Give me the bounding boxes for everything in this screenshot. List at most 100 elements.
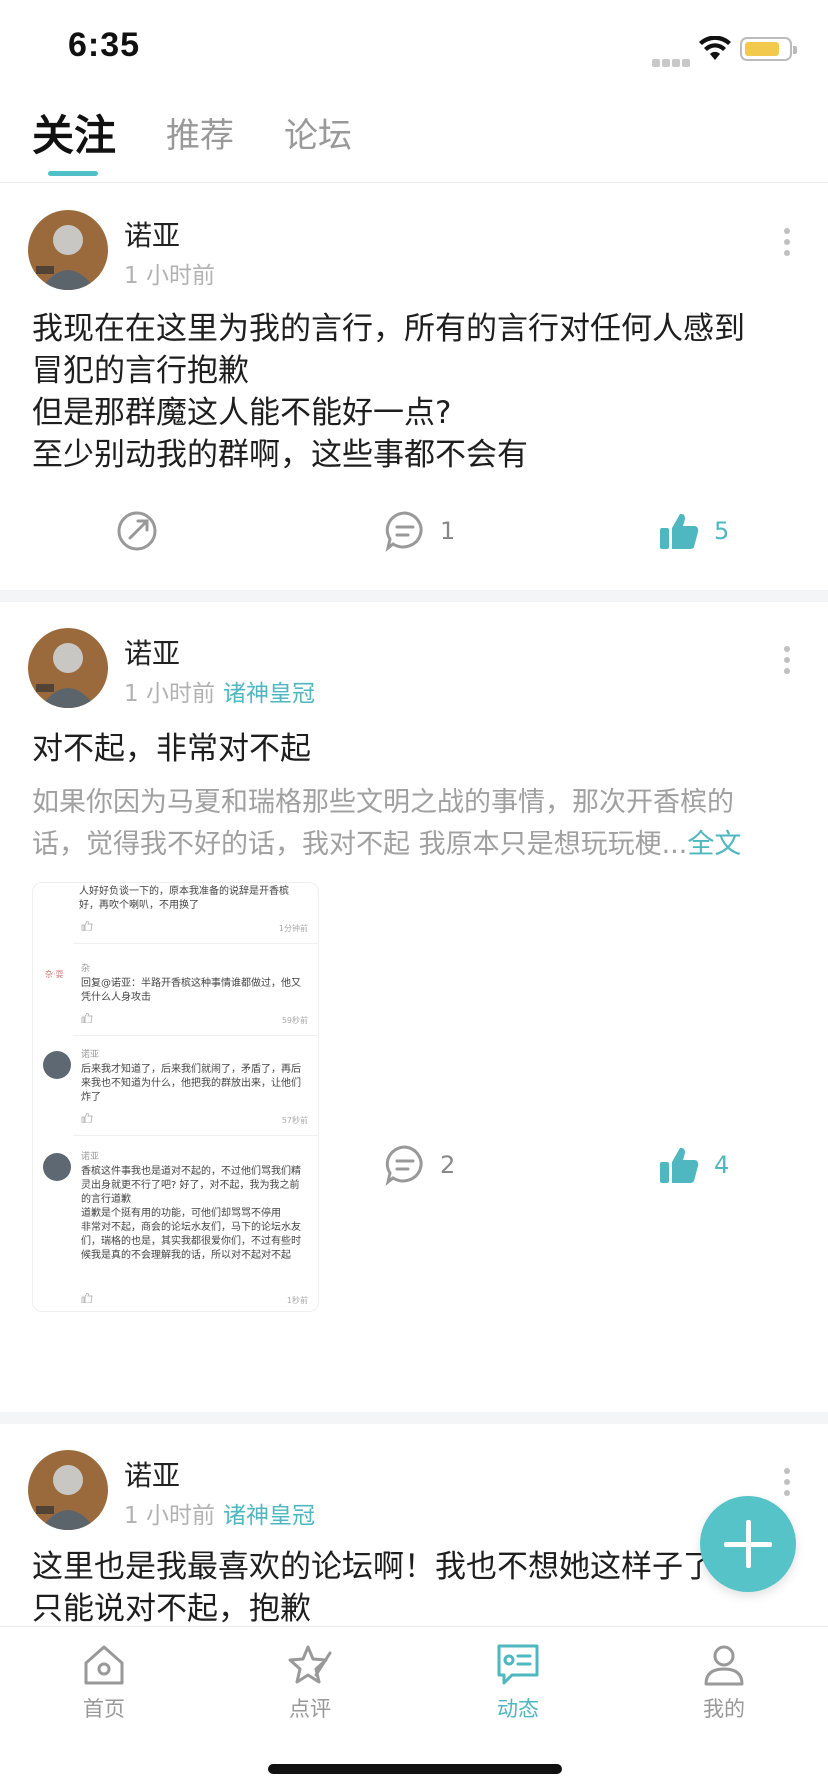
post-card[interactable]: 诺亚 1 小时前 我现在在这里为我的言行，所有的言行对任何人感到 冒犯的言行抱歉… <box>0 184 828 590</box>
image-avatar <box>43 1153 71 1181</box>
image-text-line: 候我是真的不会理解我的话，所以对不起对不起 <box>81 1250 291 1261</box>
image-text-line: 们，瑞格的也是，其实我都很爱你们，不过有些时 <box>81 1236 301 1247</box>
message-card-icon <box>497 1644 539 1685</box>
image-avatar <box>43 1051 71 1079</box>
image-time: 59秒前 <box>281 1016 308 1025</box>
home-icon <box>84 1645 124 1685</box>
tabs-divider <box>0 182 828 183</box>
author-name[interactable]: 诺亚 <box>124 632 180 672</box>
post-body: 我现在在这里为我的言行，所有的言行对任何人感到 冒犯的言行抱歉 但是那群魔这人能… <box>32 308 802 476</box>
image-text-line: 炸了 <box>81 1092 101 1103</box>
image-text-line: 道歉是个挺有用的功能，可他们却骂骂不停用 <box>81 1208 281 1219</box>
comment-button[interactable]: 2 <box>384 1144 455 1186</box>
image-time: 1分钟前 <box>278 924 308 933</box>
post-line: 只能说对不起，抱歉 <box>32 1591 311 1627</box>
nav-item-feed[interactable]: 动态 <box>458 1641 578 1723</box>
image-text-line: 灵出身就更不行了吧? 好了，对不起，我为我之前 <box>81 1180 300 1191</box>
nav-label: 我的 <box>703 1697 745 1721</box>
post-line: 但是那群魔这人能不能好一点? <box>32 395 452 431</box>
avatar[interactable] <box>28 210 108 290</box>
star-pen-icon <box>288 1645 332 1684</box>
post-line: 至少别动我的群啊，这些事都不会有 <box>32 437 528 473</box>
full-text-link[interactable]: 全文 <box>687 829 741 860</box>
person-icon <box>704 1645 744 1686</box>
tab-forum[interactable]: 论坛 <box>284 112 352 160</box>
more-icon[interactable] <box>784 646 792 679</box>
image-author: 诺亚 <box>81 1152 100 1162</box>
share-icon <box>117 511 157 551</box>
image-text-line: 香槟这件事我也是道对不起的，不过他们骂我们精 <box>81 1166 301 1177</box>
image-text-line: 回复@诺亚：半路开香槟这种事情谁都做过，他又 <box>81 978 301 989</box>
image-text-line: 来我也不知道为什么，他把我的群放出来，让他们 <box>81 1078 301 1089</box>
image-time: 57秒前 <box>281 1116 308 1125</box>
image-divider <box>73 1035 318 1036</box>
thumbs-up-icon <box>660 1147 699 1183</box>
post-line: 这里也是我最喜欢的论坛啊！我也不想她这样子了，我 <box>32 1549 776 1585</box>
like-count: 5 <box>714 517 730 545</box>
image-divider <box>73 1135 318 1136</box>
image-text-line: 的言行道歉 <box>81 1194 131 1205</box>
author-name[interactable]: 诺亚 <box>124 214 180 254</box>
post-image[interactable]: 人好好负谈一下的，原本我准备的说辞是开香槟 好，再吹个喇叭，不用换了 1分钟前 … <box>32 882 319 1312</box>
top-tabs: 关注 推荐 论坛 <box>32 112 402 184</box>
post-actions: 1 5 <box>0 510 828 570</box>
avatar[interactable] <box>28 628 108 708</box>
image-text-line: 好，再吹个喇叭，不用换了 <box>79 900 199 911</box>
image-text: 后来我才知道了，后来我们就闹了，矛盾了，再后 来我也不知道为什么，他把我的群放出… <box>81 1063 311 1105</box>
add-post-button[interactable] <box>700 1496 796 1592</box>
post-summary: 如果你因为马夏和瑞格那些文明之战的事情，那次开香槟的 话，觉得我不好的话，我对不… <box>32 782 802 866</box>
author-name[interactable]: 诺亚 <box>124 1454 180 1494</box>
forum-link[interactable]: 诸神皇冠 <box>223 681 315 707</box>
comment-button[interactable]: 1 <box>384 510 455 552</box>
post-separator <box>0 590 828 602</box>
image-divider <box>73 943 318 944</box>
post-meta: 1 小时前 <box>124 256 215 290</box>
thumbs-up-icon <box>81 1013 93 1023</box>
status-time: 6:35 <box>68 26 141 64</box>
summary-line-text: 话，觉得我不好的话，我对不起 我原本只是想玩玩梗... <box>32 829 688 860</box>
nav-label: 动态 <box>497 1697 539 1721</box>
post-line: 我现在在这里为我的言行，所有的言行对任何人感到 <box>32 311 745 347</box>
summary-line: 话，觉得我不好的话，我对不起 我原本只是想玩玩梗...全文 <box>32 824 802 866</box>
post-time: 1 小时前 <box>124 263 215 289</box>
like-button[interactable]: 5 <box>658 510 729 552</box>
share-button[interactable] <box>116 510 158 552</box>
home-indicator <box>268 1764 562 1774</box>
nav-item-profile[interactable]: 我的 <box>664 1641 784 1723</box>
tab-recommended[interactable]: 推荐 <box>166 112 234 160</box>
more-icon[interactable] <box>784 1468 792 1501</box>
thumbs-up-icon <box>81 921 93 931</box>
thumbs-up-icon <box>660 513 699 549</box>
forum-link[interactable]: 诸神皇冠 <box>223 1503 315 1529</box>
battery-icon <box>740 37 797 61</box>
post-line: 冒犯的言行抱歉 <box>32 353 249 389</box>
comment-count: 1 <box>440 517 456 545</box>
post-meta: 1 小时前 诸神皇冠 <box>124 1496 315 1530</box>
status-bar: 6:35 <box>0 0 828 100</box>
image-text-line: 人好好负谈一下的，原本我准备的说辞是开香槟 <box>79 886 289 897</box>
avatar[interactable] <box>28 1450 108 1530</box>
post-title-text: 对不起，非常对不起 <box>32 731 311 767</box>
wifi-icon <box>699 36 731 60</box>
image-text: 人好好负谈一下的，原本我准备的说辞是开香槟 好，再吹个喇叭，不用换了 <box>79 885 309 913</box>
nav-item-home[interactable]: 首页 <box>44 1641 164 1723</box>
image-text-line: 非常对不起，商会的论坛水友们，马下的论坛水友 <box>81 1222 301 1233</box>
nav-item-review[interactable]: 点评 <box>250 1641 370 1723</box>
image-avatar: 杂·耍 <box>45 970 64 979</box>
tab-following[interactable]: 关注 <box>32 112 116 176</box>
image-time: 1秒前 <box>286 1296 308 1305</box>
image-text: 香槟这件事我也是道对不起的，不过他们骂我们精 灵出身就更不行了吧? 好了，对不起… <box>81 1165 311 1263</box>
image-author: 杂 <box>81 964 91 974</box>
post-time: 1 小时前 <box>124 1503 215 1529</box>
thumbs-up-icon <box>81 1293 93 1303</box>
image-author: 诺亚 <box>81 1050 100 1060</box>
more-icon[interactable] <box>784 228 792 261</box>
post-separator <box>0 1412 828 1424</box>
image-text-line: 凭什么人身攻击 <box>81 992 151 1003</box>
thumbs-up-icon <box>81 1113 93 1123</box>
comment-count: 2 <box>440 1151 456 1179</box>
image-text-line: 后来我才知道了，后来我们就闹了，矛盾了，再后 <box>81 1064 301 1075</box>
like-button[interactable]: 4 <box>658 1144 729 1186</box>
signal-icon <box>652 52 692 67</box>
post-meta: 1 小时前 诸神皇冠 <box>124 674 315 708</box>
